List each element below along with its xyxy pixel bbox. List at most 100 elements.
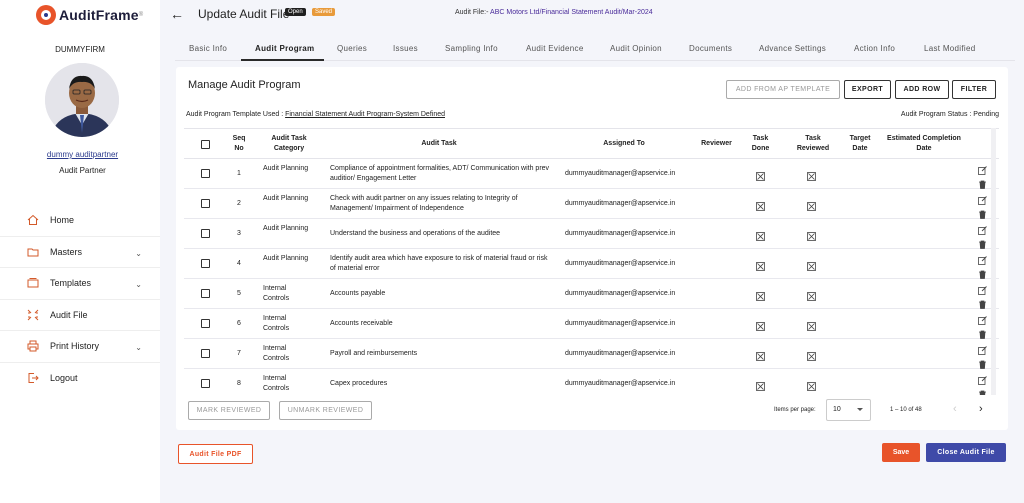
- row-checkbox[interactable]: [201, 289, 210, 298]
- task-done-icon[interactable]: [756, 378, 765, 391]
- sidebar-item-masters[interactable]: Masters ⌄: [0, 237, 160, 268]
- audit-file-label: Audit File:- ABC Motors Ltd/Financial St…: [455, 9, 653, 16]
- row-category: Audit Planning: [263, 165, 309, 172]
- task-reviewed-icon[interactable]: [807, 318, 816, 331]
- task-reviewed-icon[interactable]: [807, 258, 816, 271]
- table-row[interactable]: 3 Audit Planning Understand the business a…: [184, 219, 999, 249]
- task-done-icon[interactable]: [756, 348, 765, 361]
- sidebar-item-templates[interactable]: Templates ⌄: [0, 268, 160, 300]
- sidebar-item-logout[interactable]: Logout: [0, 363, 160, 395]
- row-checkbox[interactable]: [201, 199, 210, 208]
- unmark-reviewed-button[interactable]: UNMARK REVIEWED: [279, 401, 372, 420]
- task-reviewed-icon[interactable]: [807, 168, 816, 181]
- delete-icon[interactable]: [978, 236, 987, 249]
- table-row[interactable]: 8 Internal Controls Capex procedures dummya…: [184, 369, 999, 395]
- edit-icon[interactable]: [978, 282, 987, 295]
- sidebar-item-label: Logout: [50, 373, 78, 384]
- delete-icon[interactable]: [978, 206, 987, 219]
- delete-icon[interactable]: [978, 176, 987, 189]
- mark-reviewed-button[interactable]: MARK REVIEWED: [188, 401, 270, 420]
- row-seq: 7: [237, 350, 241, 357]
- task-done-icon[interactable]: [756, 168, 765, 181]
- previous-page-icon[interactable]: ‹: [953, 403, 957, 415]
- tab-queries[interactable]: Queries: [337, 44, 367, 53]
- row-checkbox[interactable]: [201, 349, 210, 358]
- header-target-date: Target Date: [849, 135, 871, 152]
- table-row[interactable]: 5 Internal Controls Accounts payable dummya…: [184, 279, 999, 309]
- task-done-icon[interactable]: [756, 198, 765, 211]
- task-done-icon[interactable]: [756, 228, 765, 241]
- table-row[interactable]: 1 Audit Planning Compliance of appointment…: [184, 159, 999, 189]
- tab-basic-info[interactable]: Basic Info: [189, 44, 227, 53]
- row-assigned-to: dummyauditmanager@apservice.in: [565, 290, 676, 297]
- sidebar-item-audit-file[interactable]: Audit File: [0, 300, 160, 331]
- row-assigned-to: dummyauditmanager@apservice.in: [565, 230, 676, 237]
- row-checkbox[interactable]: [201, 319, 210, 328]
- row-checkbox[interactable]: [201, 259, 210, 268]
- table-scrollbar[interactable]: [991, 128, 996, 395]
- delete-icon[interactable]: [978, 386, 987, 395]
- delete-icon[interactable]: [978, 356, 987, 369]
- template-used-link[interactable]: Financial Statement Audit Program-System…: [285, 111, 445, 118]
- table-row[interactable]: 7 Internal Controls Payroll and reimbursem…: [184, 339, 999, 369]
- tab-last-modified[interactable]: Last Modified: [924, 44, 975, 53]
- row-checkbox[interactable]: [201, 169, 210, 178]
- task-reviewed-icon[interactable]: [807, 348, 816, 361]
- edit-icon[interactable]: [978, 252, 987, 265]
- edit-icon[interactable]: [978, 342, 987, 355]
- table-row[interactable]: 2 Audit Planning Check with audit partner …: [184, 189, 999, 219]
- tab-audit-opinion[interactable]: Audit Opinion: [610, 44, 662, 53]
- table-row[interactable]: 6 Internal Controls Accounts receivable dum…: [184, 309, 999, 339]
- next-page-icon[interactable]: ›: [979, 403, 983, 415]
- audit-file-icon: [27, 309, 39, 321]
- edit-icon[interactable]: [978, 312, 987, 325]
- add-from-template-button[interactable]: ADD FROM AP TEMPLATE: [726, 80, 840, 99]
- task-reviewed-icon[interactable]: [807, 228, 816, 241]
- tab-issues[interactable]: Issues: [393, 44, 418, 53]
- task-done-icon[interactable]: [756, 258, 765, 271]
- task-reviewed-icon[interactable]: [807, 288, 816, 301]
- delete-icon[interactable]: [978, 266, 987, 279]
- card-title: Manage Audit Program: [188, 79, 301, 91]
- row-category: Internal Controls: [263, 375, 290, 392]
- tab-advance-settings[interactable]: Advance Settings: [759, 44, 826, 53]
- logo-text: AuditFrame: [59, 7, 139, 23]
- table-row[interactable]: 4 Audit Planning Identify audit area which…: [184, 249, 999, 279]
- home-icon: [27, 215, 39, 226]
- firm-name: DUMMYFIRM: [55, 45, 105, 54]
- row-seq: 2: [237, 200, 241, 207]
- tab-sampling-info[interactable]: Sampling Info: [445, 44, 498, 53]
- task-done-icon[interactable]: [756, 288, 765, 301]
- row-checkbox[interactable]: [201, 379, 210, 388]
- task-done-icon[interactable]: [756, 318, 765, 331]
- task-reviewed-icon[interactable]: [807, 198, 816, 211]
- sidebar-item-print-history[interactable]: Print History ⌄: [0, 331, 160, 363]
- tab-audit-evidence[interactable]: Audit Evidence: [526, 44, 584, 53]
- delete-icon[interactable]: [978, 326, 987, 339]
- avatar: [45, 63, 119, 137]
- add-row-button[interactable]: ADD ROW: [895, 80, 949, 99]
- select-all-checkbox[interactable]: [201, 140, 210, 149]
- row-assigned-to: dummyauditmanager@apservice.in: [565, 200, 676, 207]
- row-checkbox[interactable]: [201, 229, 210, 238]
- edit-icon[interactable]: [978, 222, 987, 235]
- items-per-page-select[interactable]: 10: [826, 399, 871, 421]
- delete-icon[interactable]: [978, 296, 987, 309]
- row-seq: 8: [237, 380, 241, 387]
- user-name-link[interactable]: dummy auditpartner: [0, 150, 165, 159]
- sidebar-item-home[interactable]: Home: [0, 205, 160, 237]
- filter-button[interactable]: FILTER: [952, 80, 996, 99]
- task-reviewed-icon[interactable]: [807, 378, 816, 391]
- tab-documents[interactable]: Documents: [689, 44, 732, 53]
- tab-audit-program[interactable]: Audit Program: [255, 44, 314, 53]
- back-arrow-icon[interactable]: ←: [170, 6, 184, 22]
- export-button[interactable]: EXPORT: [844, 80, 891, 99]
- edit-icon[interactable]: [978, 192, 987, 205]
- app-logo[interactable]: AuditFrame ®: [36, 5, 143, 25]
- edit-icon[interactable]: [978, 162, 987, 175]
- edit-icon[interactable]: [978, 372, 987, 385]
- audit-file-pdf-button[interactable]: Audit File PDF: [178, 444, 253, 464]
- tab-action-info[interactable]: Action Info: [854, 44, 895, 53]
- close-audit-file-button[interactable]: Close Audit File: [926, 443, 1006, 462]
- save-button[interactable]: Save: [882, 443, 920, 462]
